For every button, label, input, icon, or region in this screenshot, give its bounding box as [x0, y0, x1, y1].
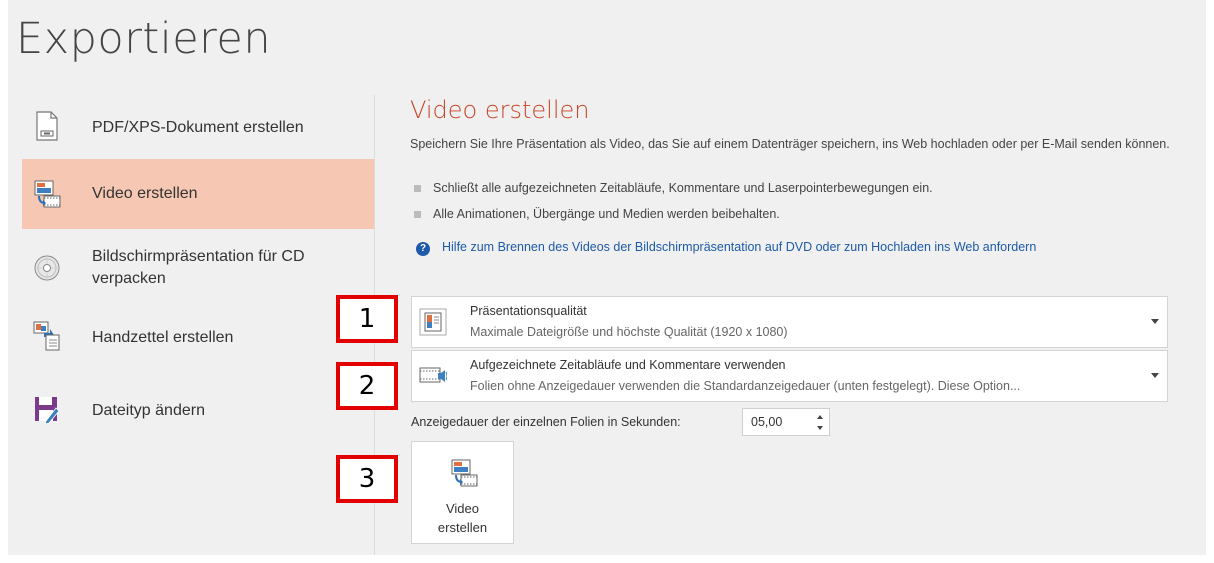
pdf-document-icon	[36, 111, 58, 141]
presentation-quality-icon	[419, 308, 447, 336]
duration-spinner[interactable]: 05,00	[742, 408, 830, 436]
dropdown-title: Aufgezeichnete Zeitabläufe und Kommentar…	[470, 358, 786, 372]
nav-item-video[interactable]: Video erstellen	[22, 159, 374, 229]
create-video-label: Video erstellen	[412, 499, 513, 537]
bullet-item: Schließt alle aufgezeichneten Zeitabläuf…	[414, 181, 933, 195]
nav-item-label-line1: Bildschirmpräsentation für CD	[92, 248, 305, 265]
duration-value[interactable]: 05,00	[751, 415, 782, 429]
nav-item-package-cd[interactable]: Bildschirmpräsentation für CD verpacken	[22, 240, 374, 298]
bullet-text: Alle Animationen, Übergänge und Medien w…	[433, 207, 780, 221]
video-create-icon	[34, 180, 61, 208]
create-video-label-line1: Video	[445, 501, 479, 516]
bullet-square-icon	[414, 211, 421, 219]
nav-item-label: PDF/XPS-Dokument erstellen	[92, 119, 304, 136]
bullet-item: Alle Animationen, Übergänge und Medien w…	[414, 207, 780, 221]
callout-1: 1	[336, 295, 398, 343]
nav-item-label-line2: verpacken	[92, 270, 166, 287]
cd-icon	[34, 255, 60, 281]
nav-item-pdf-xps[interactable]: PDF/XPS-Dokument erstellen	[22, 105, 374, 151]
create-video-label-line2: erstellen	[437, 520, 488, 535]
video-create-icon	[451, 459, 478, 487]
page-title: Exportieren	[16, 14, 272, 64]
bullet-text: Schließt alle aufgezeichneten Zeitabläuf…	[433, 181, 933, 195]
spin-up-icon[interactable]	[817, 415, 823, 419]
nav-item-label: Video erstellen	[92, 185, 198, 202]
dropdown-title: Präsentationsqualität	[470, 304, 587, 318]
help-link-text[interactable]: Hilfe zum Brennen des Videos der Bildsch…	[442, 240, 1036, 254]
section-title: Video erstellen	[410, 96, 590, 124]
callout-3: 3	[336, 455, 398, 503]
create-video-button[interactable]: Video erstellen	[411, 441, 514, 544]
help-link[interactable]: ? Hilfe zum Brennen des Videos der Bildsc…	[416, 240, 1036, 256]
dropdown-subtitle: Maximale Dateigröße und höchste Qualität…	[470, 325, 788, 339]
callout-2: 2	[336, 362, 398, 410]
save-filetype-icon	[35, 397, 60, 425]
chevron-down-icon[interactable]	[1151, 319, 1159, 324]
timings-narration-icon	[419, 367, 447, 383]
quality-dropdown[interactable]: Präsentationsqualität Maximale Dateigröß…	[411, 296, 1168, 348]
timing-dropdown[interactable]: Aufgezeichnete Zeitabläufe und Kommentar…	[411, 350, 1168, 402]
chevron-down-icon[interactable]	[1151, 373, 1159, 378]
duration-label: Anzeigedauer der einzelnen Folien in Sek…	[411, 415, 681, 429]
section-description: Speichern Sie Ihre Präsentation als Vide…	[410, 137, 1170, 151]
dropdown-subtitle: Folien ohne Anzeigedauer verwenden die S…	[470, 379, 1021, 393]
nav-item-label: Dateityp ändern	[92, 402, 205, 419]
handouts-icon	[33, 321, 60, 351]
nav-item-change-filetype[interactable]: Dateityp ändern	[22, 388, 374, 434]
spin-down-icon[interactable]	[817, 426, 823, 430]
nav-item-handouts[interactable]: Handzettel erstellen	[22, 315, 374, 361]
nav-item-label: Handzettel erstellen	[92, 329, 234, 346]
bullet-square-icon	[414, 185, 421, 193]
help-question-icon: ?	[416, 242, 430, 256]
